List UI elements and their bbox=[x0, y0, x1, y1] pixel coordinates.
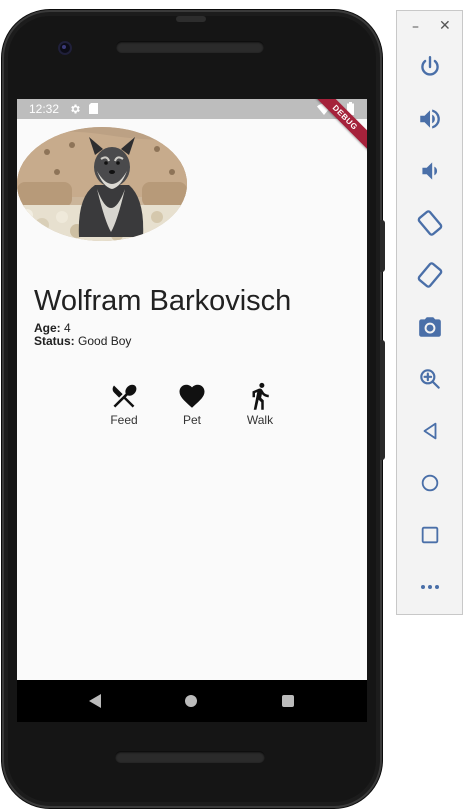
nav-home-icon[interactable] bbox=[185, 695, 197, 707]
volume-down-button[interactable] bbox=[414, 155, 446, 187]
back-button[interactable] bbox=[414, 415, 446, 447]
volume-up-icon bbox=[420, 109, 440, 129]
status-line: Status: Good Boy bbox=[34, 334, 131, 348]
heart-icon bbox=[179, 384, 205, 408]
screenshot-button[interactable] bbox=[414, 311, 446, 343]
top-speaker bbox=[116, 41, 264, 53]
rotate-right-button[interactable] bbox=[414, 259, 446, 291]
dog-photo bbox=[17, 127, 187, 241]
pet-label: Pet bbox=[182, 413, 201, 427]
emulator-toolbar: – ✕ bbox=[396, 10, 463, 615]
screenshot-icon bbox=[419, 317, 441, 337]
overview-button[interactable] bbox=[414, 519, 446, 551]
front-camera bbox=[58, 41, 72, 55]
rotate-left-button[interactable] bbox=[414, 207, 446, 239]
restaurant-icon bbox=[112, 384, 137, 408]
app-screen: 12:32 DEBUG Wolfram Barkovisch Age: 4 St… bbox=[17, 99, 367, 680]
more-button[interactable] bbox=[414, 571, 446, 603]
power-icon bbox=[421, 56, 439, 76]
overview-icon bbox=[421, 526, 439, 544]
status-value: Good Boy bbox=[78, 334, 132, 348]
rotate-left-icon bbox=[417, 210, 443, 236]
android-nav-bar bbox=[17, 680, 367, 722]
phone-top-slot bbox=[176, 16, 206, 22]
settings-icon bbox=[71, 104, 80, 114]
phone-power-button[interactable] bbox=[380, 220, 385, 272]
rotate-right-icon bbox=[417, 262, 443, 288]
feed-label: Feed bbox=[110, 413, 138, 427]
volume-down-icon bbox=[422, 162, 438, 180]
zoom-icon bbox=[420, 369, 440, 389]
status-time: 12:32 bbox=[29, 102, 60, 116]
more-icon bbox=[421, 585, 439, 589]
back-icon bbox=[423, 422, 437, 440]
dog-name: Wolfram Barkovisch bbox=[34, 285, 292, 317]
home-button[interactable] bbox=[414, 467, 446, 499]
status-bar: 12:32 bbox=[17, 99, 367, 119]
nav-back-icon[interactable] bbox=[89, 694, 101, 708]
pet-button[interactable]: Pet bbox=[162, 381, 222, 427]
walk-label: Walk bbox=[246, 413, 274, 427]
home-icon bbox=[421, 474, 439, 492]
zoom-button[interactable] bbox=[414, 363, 446, 395]
status-label: Status: bbox=[34, 334, 75, 348]
close-icon[interactable]: ✕ bbox=[439, 18, 451, 34]
minimize-icon[interactable]: – bbox=[412, 19, 419, 35]
age-label: Age: bbox=[34, 321, 61, 335]
age-value: 4 bbox=[64, 321, 71, 335]
bottom-speaker bbox=[115, 751, 265, 763]
phone-volume-button[interactable] bbox=[380, 340, 385, 460]
walk-icon bbox=[252, 382, 269, 410]
volume-up-button[interactable] bbox=[414, 103, 446, 135]
sd-card-icon bbox=[89, 103, 98, 114]
walk-button[interactable]: Walk bbox=[230, 381, 290, 427]
nav-recents-icon[interactable] bbox=[282, 695, 294, 707]
age-line: Age: 4 bbox=[34, 321, 71, 335]
power-button[interactable] bbox=[414, 51, 446, 83]
toolbar-window-controls: – ✕ bbox=[397, 18, 462, 35]
feed-button[interactable]: Feed bbox=[94, 381, 154, 427]
